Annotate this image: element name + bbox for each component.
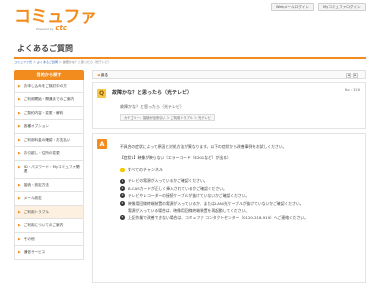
step-item: 2 B-CASカードが正しく挿入されているかご確認ください。 xyxy=(120,185,227,192)
answer-intro: 不具合の症状によって原因と対処方法が異なります。以下の症状から改善事例をお試しく… xyxy=(120,144,287,149)
question-number: No : 326 xyxy=(344,88,360,92)
faq-toolbar: ◀ 戻る ◀ ▶ xyxy=(92,70,366,79)
back-link[interactable]: ◀ 戻る xyxy=(97,73,108,77)
symptom-heading: 【症状1】映像が映らない（エラーコード（E201など）が出る） xyxy=(120,154,231,160)
title-divider xyxy=(14,57,366,59)
chevron-right-icon: ▶ xyxy=(18,223,21,228)
chevron-right-icon: ▶ xyxy=(18,124,21,129)
step-number-icon: 2 xyxy=(120,186,125,192)
sidebar-item-billing[interactable]: ▶ ご利用料金の確認・お支払い xyxy=(14,133,84,148)
sidebar-item-start-guide[interactable]: ▶ ご利用開始・開通までのご案内 xyxy=(14,93,84,107)
step-item: 1 テレビの電源が入っているかご確認ください。 xyxy=(120,178,208,184)
question-category: カテゴリー：接続が出来ない ＞ ご利用トラブル ＞ 光テレビ xyxy=(120,114,215,121)
step-item: 3 テレビやレコーダーの接続ケーブルが抜けていないかご確認ください。 xyxy=(120,193,250,199)
channel-heading: すべてのチャンネル xyxy=(120,167,360,172)
step-number-icon: 3 xyxy=(120,193,125,199)
sidebar-item-other[interactable]: ▶ その他 xyxy=(14,232,84,247)
step-number-icon: 4 xyxy=(120,200,125,206)
chevron-right-icon: ▶ xyxy=(18,196,21,201)
sidebar-item-considering[interactable]: ▶ お申し込みをご検討中の方 xyxy=(14,80,84,94)
ctc-logo: ctc xyxy=(55,24,68,32)
site-header: コミュファ Powered by ctc Webメールログイン Myコミュファログ… xyxy=(0,0,380,32)
chevron-right-icon: ▶ xyxy=(18,151,21,156)
question-subtitle: 故障かな？と思ったら（光テレビ） xyxy=(120,104,184,109)
chevron-right-icon: ▶ xyxy=(18,110,21,115)
question-title: 故障かな？と思ったら（光テレビ） xyxy=(112,90,193,96)
commufa-logo[interactable]: コミュファ Powered by ctc xyxy=(14,8,97,32)
next-button[interactable]: ▶ xyxy=(353,72,358,78)
sidebar-item-options[interactable]: ▶ 各種オプション xyxy=(14,120,84,134)
step-note: 電源が入っている場合は、映像用回線終端装置を再起動してください。 xyxy=(128,207,250,213)
step-number-icon: 5 xyxy=(120,215,125,221)
sidebar-item-moving[interactable]: ▶ お引越し・住所の変更 xyxy=(14,147,84,161)
chevron-right-icon: ▶ xyxy=(18,84,21,88)
back-arrow-icon: ◀ xyxy=(97,72,100,77)
answer-badge: A xyxy=(97,139,107,149)
my-commufa-login-button[interactable]: Myコミュファログイン xyxy=(318,3,366,11)
chevron-right-icon: ▶ xyxy=(18,137,21,142)
sidebar-item-id-password[interactable]: ▶ ID・パスワード・Myコミュファ関連 xyxy=(14,160,84,179)
breadcrumb-faq-link[interactable]: よくあるご質問 xyxy=(37,60,58,64)
sidebar-item-connection[interactable]: ▶ 接続・設定方法 xyxy=(14,178,84,193)
breadcrumb-current: 故障かな？と思ったら（光テレビ） xyxy=(62,60,111,64)
question-badge: Q xyxy=(97,89,106,98)
webmail-login-button[interactable]: Webメールログイン xyxy=(271,3,314,11)
breadcrumb: コミュファ光 ＞ よくあるご質問 ＞ 故障かな？と思ったら（光テレビ） xyxy=(14,60,111,64)
bullet-dot-icon xyxy=(120,167,125,173)
answer-content: 不具合の症状によって原因と対処方法が異なります。以下の症状から改善事例をお試しく… xyxy=(120,144,360,223)
prev-button[interactable]: ◀ xyxy=(346,72,351,78)
logo-powered-by: Powered by ctc xyxy=(36,24,68,32)
step-item: 4 映像用回線終端装置の電源が入っているか、またはLAN/光ケーブルが抜けていない… xyxy=(120,200,304,206)
chevron-right-icon: ▶ xyxy=(18,164,21,169)
faq-main: ◀ 戻る ◀ ▶ Q 故障かな？と思ったら（光テレビ） No : 326 故障か… xyxy=(92,70,366,285)
chevron-right-icon: ▶ xyxy=(18,236,21,241)
answer-box: A 不具合の症状によって原因と対処方法が異なります。以下の症状から改善事例をお試… xyxy=(92,133,366,283)
breadcrumb-home-link[interactable]: コミュファ光 xyxy=(14,60,32,64)
sidebar-item-trouble[interactable]: ▶ ご利用トラブル xyxy=(14,205,84,220)
sidebar-item-telecom[interactable]: ▶ 通信サービス xyxy=(14,246,84,260)
sidebar-item-usage-guide[interactable]: ▶ ご利用についてのご案内 xyxy=(14,219,84,233)
step-item: 5 上記作業で改善できない場合は、コミュファ コンタクトセンター（0120-218… xyxy=(120,215,308,221)
step-number-icon: 1 xyxy=(120,178,125,184)
chevron-right-icon: ▶ xyxy=(18,182,21,187)
sidebar-item-mail[interactable]: ▶ メール設定 xyxy=(14,192,84,206)
sidebar-heading: 目的から探す xyxy=(14,70,84,80)
chevron-right-icon: ▶ xyxy=(18,97,21,102)
chevron-right-icon: ▶ xyxy=(18,209,21,214)
chevron-right-icon: ▶ xyxy=(18,250,21,255)
sidebar-item-contract[interactable]: ▶ ご契約内容・変更・解約 xyxy=(14,106,84,121)
page-title: よくあるご質問 xyxy=(17,44,73,53)
sidebar: 目的から探す ▶ お申し込みをご検討中の方 ▶ ご利用開始・開通までのご案内 ▶ ご契… xyxy=(14,70,84,260)
question-box: Q 故障かな？と思ったら（光テレビ） No : 326 故障かな？と思ったら（光… xyxy=(92,82,366,129)
